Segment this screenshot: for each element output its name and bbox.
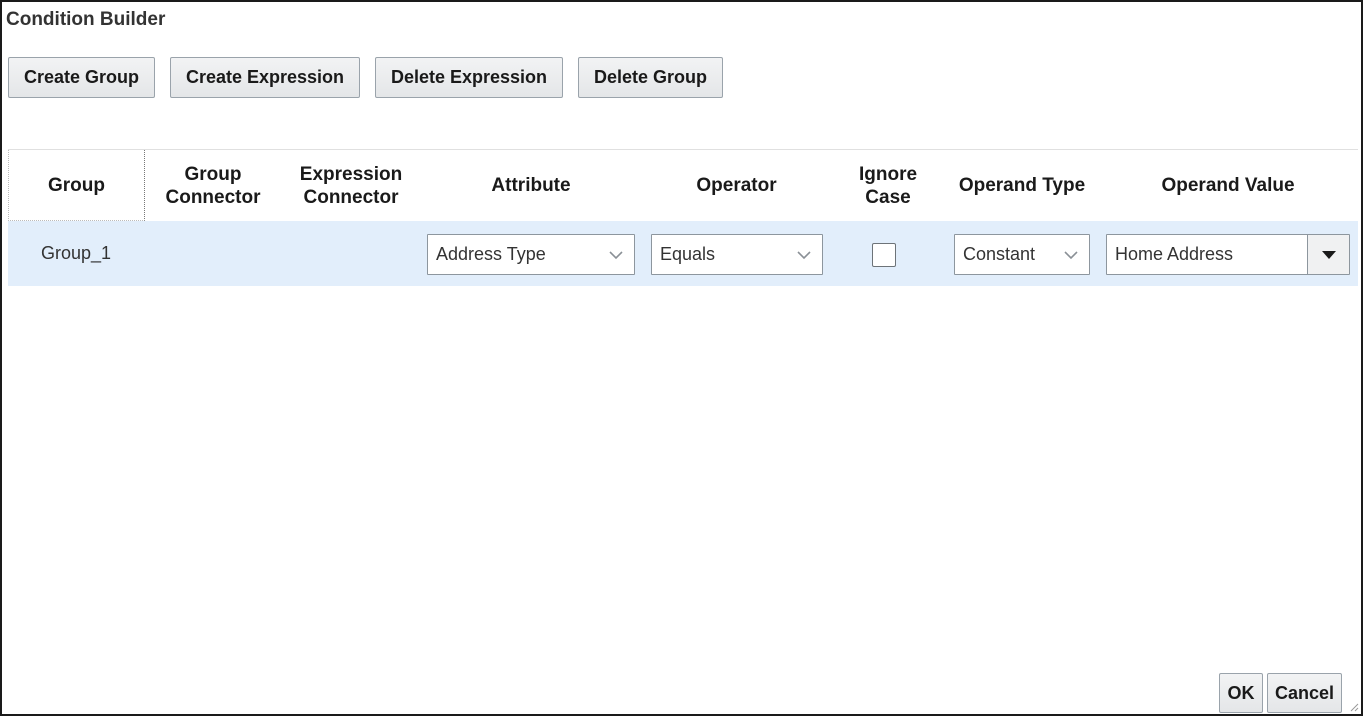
header-operator[interactable]: Operator <box>648 150 825 221</box>
attribute-select-value: Address Type <box>436 244 546 264</box>
operand-type-select-value: Constant <box>963 244 1036 264</box>
table-header-row: Group Group Connector Expression Connect… <box>8 150 1358 221</box>
header-operand-value[interactable]: Operand Value <box>1106 150 1350 221</box>
header-expression-connector[interactable]: Expression Connector <box>286 150 416 221</box>
delete-expression-button[interactable]: Delete Expression <box>375 57 563 98</box>
chevron-down-icon <box>1064 251 1078 260</box>
header-attribute[interactable]: Attribute <box>426 150 636 221</box>
table-row[interactable]: Group_1 Address Type Equals Constant Hom… <box>8 221 1358 286</box>
cancel-button[interactable]: Cancel <box>1267 673 1342 713</box>
operand-value-combobox[interactable]: Home Address <box>1106 234 1350 275</box>
header-group-connector[interactable]: Group Connector <box>148 150 278 221</box>
condition-builder-dialog: Condition Builder Create Group Create Ex… <box>0 0 1363 716</box>
operand-value-input[interactable]: Home Address <box>1115 235 1233 274</box>
header-group[interactable]: Group <box>8 150 145 221</box>
create-expression-button[interactable]: Create Expression <box>170 57 360 98</box>
attribute-select[interactable]: Address Type <box>427 234 635 275</box>
chevron-down-icon <box>609 251 623 260</box>
operator-select[interactable]: Equals <box>651 234 823 275</box>
operator-select-value: Equals <box>660 244 716 264</box>
caret-down-icon <box>1321 250 1336 259</box>
delete-group-button[interactable]: Delete Group <box>578 57 723 98</box>
header-operand-type[interactable]: Operand Type <box>948 150 1096 221</box>
header-ignore-case[interactable]: Ignore Case <box>846 150 930 221</box>
group-name-cell: Group_1 <box>41 243 112 263</box>
resize-grip-icon[interactable] <box>1349 702 1359 712</box>
operand-type-select[interactable]: Constant <box>954 234 1090 275</box>
dialog-title: Condition Builder <box>6 9 166 30</box>
create-group-button[interactable]: Create Group <box>8 57 155 98</box>
condition-table: Group Group Connector Expression Connect… <box>8 149 1358 286</box>
chevron-down-icon <box>797 251 811 260</box>
ok-button[interactable]: OK <box>1219 673 1263 713</box>
ignore-case-checkbox[interactable] <box>872 243 896 267</box>
operand-value-dropdown-button[interactable] <box>1307 235 1349 274</box>
